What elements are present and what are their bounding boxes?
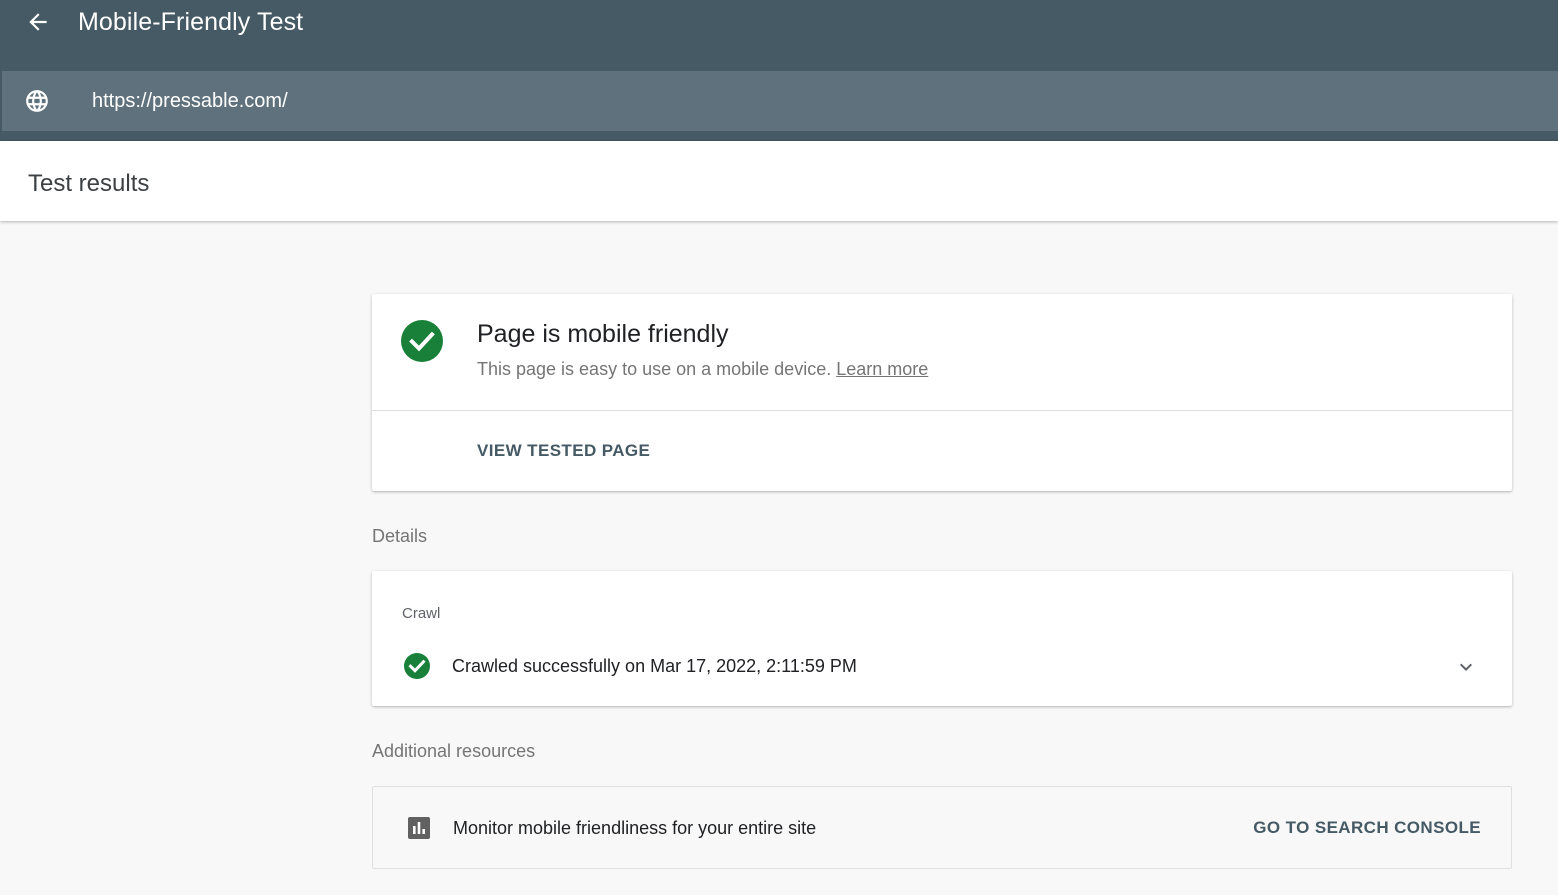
check-circle-icon	[404, 653, 430, 679]
chevron-down-icon	[1460, 663, 1472, 671]
bar-chart-icon	[408, 817, 430, 839]
view-tested-page-button[interactable]: VIEW TESTED PAGE	[477, 440, 650, 462]
divider	[372, 410, 1512, 411]
check-circle-icon	[401, 320, 443, 362]
url-bar	[2, 71, 1558, 131]
resource-card: Monitor mobile friendliness for your ent…	[372, 786, 1512, 869]
results-header: Test results	[0, 141, 1558, 221]
result-title: Page is mobile friendly	[477, 320, 729, 348]
page-title: Test results	[28, 170, 150, 197]
app-title: Mobile-Friendly Test	[78, 8, 304, 36]
additional-resources-label: Additional resources	[372, 741, 536, 761]
crawl-status: Crawled successfully on Mar 17, 2022, 2:…	[452, 656, 857, 676]
crawl-heading: Crawl	[402, 605, 441, 622]
learn-more-link[interactable]: Learn more	[836, 359, 928, 379]
globe-icon	[26, 90, 48, 112]
crawl-card[interactable]: Crawl Crawled successfully on Mar 17, 20…	[372, 571, 1512, 706]
result-description: This page is easy to use on a mobile dev…	[477, 357, 928, 381]
app-header: Mobile-Friendly Test	[0, 0, 1558, 141]
details-label: Details	[372, 526, 428, 546]
arrow-back-icon	[29, 13, 47, 31]
url-input[interactable]	[92, 86, 1292, 116]
resource-text: Monitor mobile friendliness for your ent…	[453, 818, 817, 838]
back-button[interactable]	[20, 6, 56, 38]
expand-button[interactable]	[1452, 653, 1480, 681]
go-to-search-console-button[interactable]: GO TO SEARCH CONSOLE	[1253, 817, 1481, 839]
result-card: Page is mobile friendly This page is eas…	[372, 294, 1512, 491]
result-description-text: This page is easy to use on a mobile dev…	[477, 359, 832, 379]
